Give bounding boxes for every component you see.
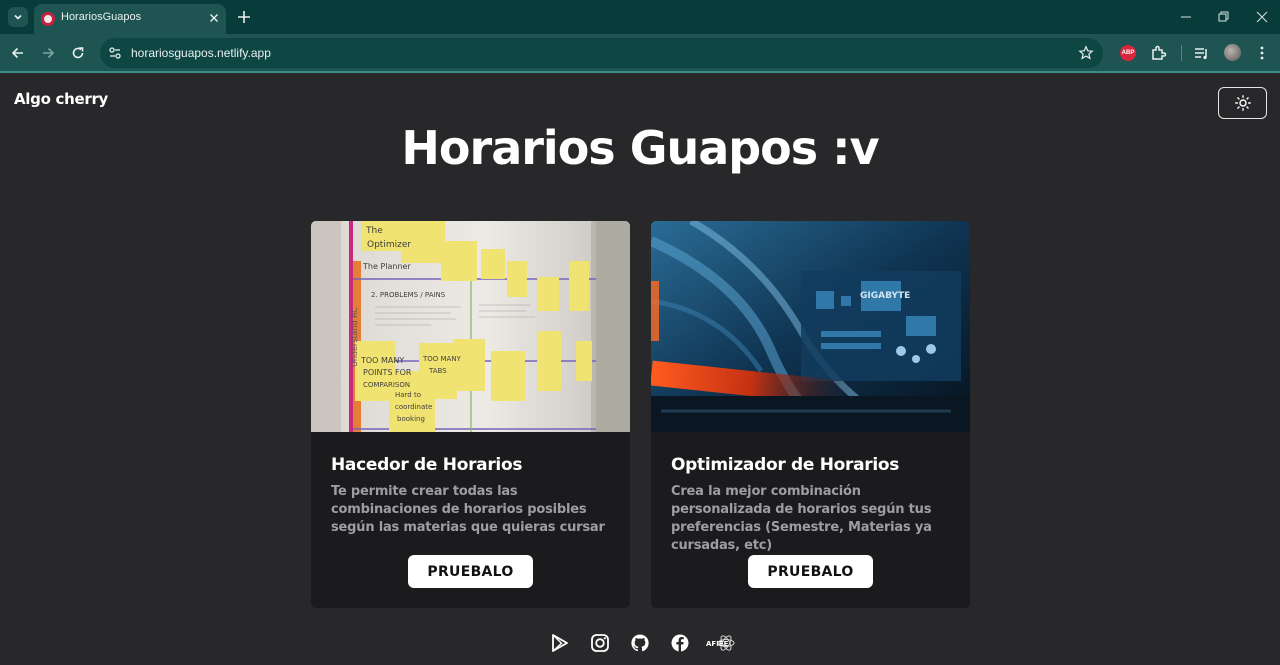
card-title: Hacedor de Horarios bbox=[331, 455, 523, 475]
instagram-icon[interactable] bbox=[590, 633, 610, 653]
chevron-down-icon bbox=[14, 14, 22, 20]
tab-search-button[interactable] bbox=[8, 7, 28, 27]
close-tab-icon[interactable] bbox=[206, 9, 222, 27]
afiee-logo-icon[interactable]: AFIEE bbox=[706, 633, 738, 653]
page-title: Horarios Guapos :v bbox=[401, 121, 879, 175]
card-title: Optimizador de Horarios bbox=[671, 455, 900, 475]
site-favicon-icon bbox=[41, 12, 55, 26]
browser-toolbar: horariosguapos.netlify.app ABP bbox=[0, 34, 1280, 71]
page-content: Algo cherry Horarios Guapos :v The Optim… bbox=[0, 73, 1280, 665]
github-icon[interactable] bbox=[630, 633, 650, 653]
sticky-notes-whiteboard-photo: The Optimizer The Planner 2. PROBLEMS / … bbox=[311, 221, 630, 432]
card-description: Te permite crear todas las combinaciones… bbox=[331, 484, 605, 535]
reload-icon[interactable] bbox=[69, 44, 87, 62]
extensions-puzzle-icon[interactable] bbox=[1150, 44, 1168, 62]
afiee-logo-text: AFIEE bbox=[706, 640, 729, 648]
card-hacedor: The Optimizer The Planner 2. PROBLEMS / … bbox=[311, 221, 630, 608]
new-tab-icon[interactable] bbox=[236, 9, 252, 25]
sun-icon bbox=[1234, 95, 1251, 111]
site-info-icon[interactable] bbox=[108, 46, 122, 60]
profile-avatar[interactable] bbox=[1224, 44, 1241, 61]
browser-tab[interactable]: HorariosGuapos bbox=[34, 4, 226, 34]
media-queue-icon[interactable] bbox=[1193, 44, 1211, 62]
adblock-plus-icon[interactable]: ABP bbox=[1120, 45, 1136, 61]
card-description: Crea la mejor combinación personalizada … bbox=[671, 484, 932, 553]
restore-icon[interactable] bbox=[1215, 9, 1231, 25]
svg-text:GIGABYTE: GIGABYTE bbox=[860, 291, 910, 301]
more-menu-icon[interactable] bbox=[1253, 44, 1271, 62]
bookmark-star-icon[interactable] bbox=[1078, 45, 1094, 61]
pruebalo-button[interactable]: PRUEBALO bbox=[748, 555, 873, 588]
close-window-icon[interactable] bbox=[1254, 9, 1270, 25]
google-play-icon[interactable] bbox=[550, 633, 570, 653]
brand-name[interactable]: Algo cherry bbox=[14, 90, 108, 108]
back-arrow-icon[interactable] bbox=[9, 44, 27, 62]
toolbar-divider bbox=[1181, 45, 1182, 61]
minimize-icon[interactable] bbox=[1178, 9, 1194, 25]
browser-tabstrip: HorariosGuapos bbox=[0, 0, 1280, 34]
computer-motherboard-photo: GIGABYTE bbox=[651, 221, 970, 432]
pruebalo-button[interactable]: PRUEBALO bbox=[408, 555, 533, 588]
address-bar[interactable]: horariosguapos.netlify.app bbox=[100, 38, 1103, 68]
url-text: horariosguapos.netlify.app bbox=[131, 46, 271, 60]
tab-title: HorariosGuapos bbox=[61, 11, 142, 23]
forward-arrow-icon[interactable] bbox=[39, 44, 57, 62]
theme-toggle-button[interactable] bbox=[1218, 87, 1267, 119]
facebook-icon[interactable] bbox=[670, 633, 690, 653]
card-optimizador: GIGABYTE Optimizador de Horarios Crea la… bbox=[651, 221, 970, 608]
